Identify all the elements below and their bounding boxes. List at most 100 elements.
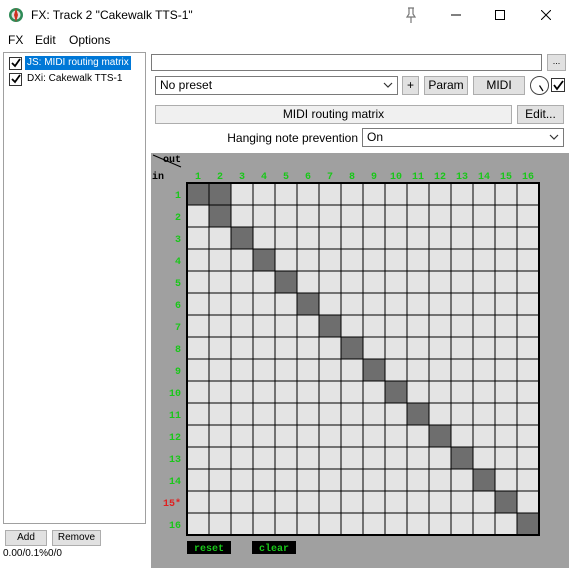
matrix-cell[interactable]: [186, 468, 210, 492]
bypass-checkbox[interactable]: [551, 78, 565, 92]
matrix-cell[interactable]: [472, 380, 496, 404]
matrix-cell[interactable]: [318, 204, 342, 228]
matrix-cell[interactable]: [318, 446, 342, 470]
matrix-cell[interactable]: [472, 314, 496, 338]
matrix-cell[interactable]: [208, 512, 232, 536]
matrix-cell[interactable]: [516, 424, 540, 448]
midi-button[interactable]: MIDI: [473, 76, 525, 95]
matrix-cell[interactable]: [384, 512, 408, 536]
matrix-cell-on[interactable]: [230, 226, 254, 250]
matrix-cell[interactable]: [252, 226, 276, 250]
matrix-cell[interactable]: [494, 292, 518, 316]
add-preset-button[interactable]: +: [402, 76, 419, 95]
matrix-cell[interactable]: [230, 248, 254, 272]
matrix-cell[interactable]: [274, 248, 298, 272]
matrix-cell[interactable]: [340, 424, 364, 448]
matrix-cell[interactable]: [428, 292, 452, 316]
browse-button[interactable]: ...: [547, 54, 566, 71]
matrix-cell[interactable]: [296, 424, 320, 448]
matrix-cell[interactable]: [494, 248, 518, 272]
matrix-cell[interactable]: [340, 314, 364, 338]
matrix-cell[interactable]: [252, 446, 276, 470]
matrix-cell[interactable]: [428, 402, 452, 426]
matrix-cell[interactable]: [494, 380, 518, 404]
matrix-cell[interactable]: [516, 226, 540, 250]
matrix-cell[interactable]: [494, 358, 518, 382]
matrix-cell[interactable]: [230, 292, 254, 316]
matrix-cell-on[interactable]: [450, 446, 474, 470]
matrix-cell[interactable]: [274, 182, 298, 206]
matrix-cell[interactable]: [274, 424, 298, 448]
matrix-cell[interactable]: [428, 468, 452, 492]
matrix-cell[interactable]: [274, 358, 298, 382]
matrix-cell-on[interactable]: [362, 358, 386, 382]
matrix-cell[interactable]: [406, 182, 430, 206]
matrix-cell[interactable]: [516, 292, 540, 316]
matrix-cell[interactable]: [186, 402, 210, 426]
matrix-cell[interactable]: [340, 512, 364, 536]
matrix-cell[interactable]: [208, 490, 232, 514]
matrix-cell[interactable]: [208, 336, 232, 360]
matrix-cell[interactable]: [428, 490, 452, 514]
matrix-cell[interactable]: [406, 446, 430, 470]
matrix-cell[interactable]: [450, 248, 474, 272]
matrix-cell[interactable]: [516, 314, 540, 338]
matrix-cell[interactable]: [362, 446, 386, 470]
matrix-cell[interactable]: [384, 490, 408, 514]
matrix-cell[interactable]: [274, 468, 298, 492]
matrix-cell[interactable]: [208, 270, 232, 294]
matrix-cell[interactable]: [274, 446, 298, 470]
matrix-cell-on[interactable]: [472, 468, 496, 492]
matrix-cell[interactable]: [252, 424, 276, 448]
matrix-cell[interactable]: [252, 314, 276, 338]
matrix-cell[interactable]: [494, 424, 518, 448]
matrix-cell[interactable]: [472, 292, 496, 316]
matrix-cell[interactable]: [428, 512, 452, 536]
matrix-cell[interactable]: [186, 446, 210, 470]
matrix-cell-on[interactable]: [340, 336, 364, 360]
matrix-cell-on[interactable]: [208, 204, 232, 228]
matrix-cell[interactable]: [450, 336, 474, 360]
matrix-cell[interactable]: [428, 248, 452, 272]
matrix-cell[interactable]: [318, 336, 342, 360]
matrix-cell[interactable]: [318, 468, 342, 492]
matrix-cell[interactable]: [252, 182, 276, 206]
matrix-cell[interactable]: [450, 380, 474, 404]
matrix-cell[interactable]: [274, 226, 298, 250]
matrix-cell[interactable]: [186, 424, 210, 448]
matrix-cell[interactable]: [252, 204, 276, 228]
matrix-cell[interactable]: [230, 446, 254, 470]
fx-enable-checkbox[interactable]: [9, 56, 22, 70]
matrix-cell[interactable]: [516, 402, 540, 426]
matrix-cell[interactable]: [450, 292, 474, 316]
matrix-cell[interactable]: [450, 358, 474, 382]
matrix-cell[interactable]: [384, 270, 408, 294]
matrix-cell[interactable]: [186, 226, 210, 250]
matrix-cell[interactable]: [384, 424, 408, 448]
matrix-cell[interactable]: [230, 490, 254, 514]
matrix-cell[interactable]: [230, 336, 254, 360]
matrix-cell[interactable]: [318, 292, 342, 316]
matrix-cell[interactable]: [230, 204, 254, 228]
menu-options[interactable]: Options: [69, 33, 110, 47]
matrix-cell[interactable]: [516, 490, 540, 514]
matrix-cell[interactable]: [362, 490, 386, 514]
matrix-cell[interactable]: [428, 182, 452, 206]
matrix-cell-on[interactable]: [318, 314, 342, 338]
matrix-cell[interactable]: [450, 204, 474, 228]
matrix-cell[interactable]: [406, 336, 430, 360]
matrix-cell[interactable]: [252, 468, 276, 492]
matrix-cell[interactable]: [230, 468, 254, 492]
matrix-cell[interactable]: [318, 424, 342, 448]
matrix-cell[interactable]: [494, 468, 518, 492]
matrix-cell[interactable]: [252, 358, 276, 382]
matrix-cell[interactable]: [318, 226, 342, 250]
matrix-cell[interactable]: [494, 182, 518, 206]
matrix-cell-on[interactable]: [406, 402, 430, 426]
matrix-cell[interactable]: [252, 380, 276, 404]
matrix-cell[interactable]: [450, 402, 474, 426]
matrix-cell[interactable]: [516, 380, 540, 404]
matrix-cell[interactable]: [230, 270, 254, 294]
matrix-cell[interactable]: [274, 512, 298, 536]
matrix-cell[interactable]: [296, 226, 320, 250]
